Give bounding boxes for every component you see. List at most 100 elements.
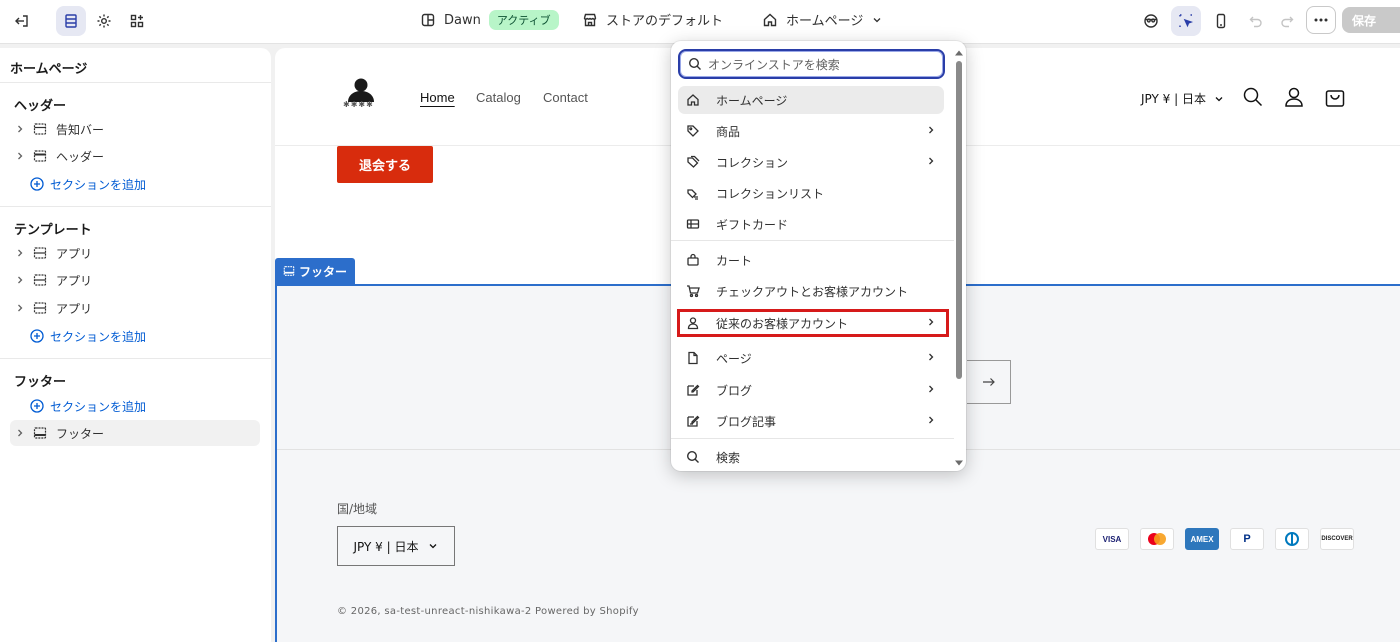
logo-figure-icon [348, 78, 374, 102]
inspector-icon[interactable] [1136, 6, 1166, 36]
menu-item-gift-card[interactable]: ギフトカード [678, 210, 944, 238]
add-section-label: セクションを追加 [50, 399, 147, 414]
scrollbar-thumb[interactable] [956, 61, 962, 379]
discover-icon: DISCOVER [1320, 528, 1354, 550]
chevron-right-icon [929, 385, 934, 393]
redo-icon[interactable] [1272, 6, 1302, 36]
app-section-icon [30, 301, 50, 315]
sidebar-item-label: フッター [56, 426, 105, 441]
chevron-right-icon[interactable] [10, 248, 30, 258]
account-icon[interactable] [1283, 86, 1305, 108]
menu-item-cart[interactable]: カート [678, 246, 944, 274]
header-group-heading: ヘッダー [14, 99, 67, 114]
nav-home[interactable]: Home [420, 90, 455, 105]
plus-circle-icon [30, 399, 44, 413]
select-element-icon[interactable] [1171, 6, 1201, 36]
footer-section-icon [30, 426, 50, 440]
theme-selector[interactable]: Dawn アクティブ [420, 10, 559, 30]
exit-icon[interactable] [7, 6, 37, 36]
scrollbar[interactable] [954, 49, 964, 467]
menu-item-collections[interactable]: コレクション [678, 148, 944, 176]
sidebar-title: ホームページ [10, 62, 88, 77]
page-selector-label: ホームページ [786, 14, 864, 29]
home-icon [763, 13, 777, 26]
add-section-header-button[interactable]: セクションを追加 [30, 174, 146, 194]
menu-item-blog-post[interactable]: ブログ記事 [678, 407, 944, 435]
menu-item-collection-list[interactable]: コレクションリスト [678, 179, 944, 207]
menu-item-homepage[interactable]: ホームページ [678, 86, 944, 114]
blog-post-icon [684, 414, 702, 428]
add-section-footer-button[interactable]: セクションを追加 [30, 396, 146, 416]
chevron-down-icon [873, 17, 881, 22]
gear-icon[interactable] [89, 6, 119, 36]
nav-catalog[interactable]: Catalog [476, 90, 521, 105]
more-icon [1314, 18, 1328, 22]
footer-section-icon [283, 266, 295, 276]
undo-icon[interactable] [1241, 6, 1271, 36]
scroll-up-icon[interactable] [954, 49, 964, 57]
add-section-template-button[interactable]: セクションを追加 [30, 326, 146, 346]
divider [0, 358, 271, 359]
menu-item-label: ホームページ [716, 93, 788, 108]
chevron-right-icon[interactable] [10, 275, 30, 285]
menu-item-label: 商品 [716, 124, 741, 139]
chevron-right-icon[interactable] [10, 303, 30, 313]
sidebar-item-app[interactable]: アプリ [10, 295, 260, 321]
sidebar-item-app[interactable]: アプリ [10, 240, 260, 266]
menu-item-pages[interactable]: ページ [678, 344, 944, 372]
menu-item-products[interactable]: 商品 [678, 117, 944, 145]
chevron-down-icon [1215, 96, 1223, 101]
page-icon [684, 351, 702, 365]
chevron-right-icon[interactable] [10, 124, 30, 134]
store-default-selector[interactable]: ストアのデフォルト [582, 10, 723, 29]
sidebar-item-footer[interactable]: フッター [10, 420, 260, 446]
home-icon [684, 93, 702, 107]
sidebar-item-header[interactable]: ヘッダー [10, 143, 260, 169]
scroll-down-icon[interactable] [954, 459, 964, 467]
sidebar-item-announcement-bar[interactable]: 告知バー [10, 116, 260, 142]
menu-item-checkout[interactable]: チェックアウトとお客様アカウント [678, 277, 944, 305]
payment-icons: VISA AMEX P DISCOVER [1095, 528, 1354, 550]
chevron-right-icon [929, 416, 934, 424]
search-icon[interactable] [1242, 86, 1264, 108]
apps-icon[interactable] [122, 6, 152, 36]
save-button[interactable]: 保存 [1342, 7, 1400, 33]
plus-circle-icon [30, 329, 44, 343]
store-logo[interactable]: ✱✱✱✱ [343, 78, 379, 109]
menu-item-label: 検索 [716, 450, 741, 465]
collection-list-icon [684, 186, 702, 200]
mobile-icon[interactable] [1206, 6, 1236, 36]
menu-item-label: チェックアウトとお客様アカウント [716, 284, 909, 299]
menu-item-label: ページ [716, 351, 752, 366]
copyright-text: © 2026, sa-test-unreact-nishikawa-2 Powe… [337, 606, 639, 617]
footer-section-tag[interactable]: フッター [275, 258, 356, 284]
nav-contact[interactable]: Contact [543, 90, 588, 105]
bag-icon [684, 253, 702, 267]
page-selector[interactable]: ホームページ [762, 10, 883, 29]
sidebar-item-app[interactable]: アプリ [10, 267, 260, 293]
template-group-heading: テンプレート [14, 223, 92, 238]
menu-item-search[interactable]: 検索 [678, 443, 944, 471]
add-section-label: セクションを追加 [50, 177, 147, 192]
page-selector-dropdown: オンラインストアを検索 ホームページ 商品 コレクション コレクションリスト ギ… [671, 41, 966, 471]
search-placeholder: オンラインストアを検索 [708, 57, 840, 72]
newsletter-submit-button[interactable] [967, 360, 1011, 404]
region-select[interactable]: JPY ¥ | 日本 [337, 526, 455, 566]
more-actions-button[interactable] [1306, 6, 1336, 34]
currency-selector[interactable]: JPY ¥ | 日本 [1141, 90, 1224, 107]
add-section-label: セクションを追加 [50, 329, 147, 344]
menu-item-blog[interactable]: ブログ [678, 376, 944, 404]
chevron-down-icon [430, 544, 437, 549]
chevron-right-icon[interactable] [10, 428, 30, 438]
chevron-right-icon [929, 157, 934, 165]
search-input[interactable]: オンラインストアを検索 [678, 49, 945, 79]
cart-bag-icon[interactable] [1324, 86, 1346, 108]
menu-item-label: カート [716, 253, 753, 268]
collection-icon [684, 155, 702, 169]
sections-icon[interactable] [56, 6, 86, 36]
region-value: JPY ¥ | 日本 [353, 539, 419, 554]
chevron-right-icon[interactable] [10, 151, 30, 161]
sidebar-item-label: アプリ [56, 246, 93, 261]
cancel-membership-button[interactable]: 退会する [337, 146, 433, 183]
sidebar-item-label: アプリ [56, 273, 93, 288]
